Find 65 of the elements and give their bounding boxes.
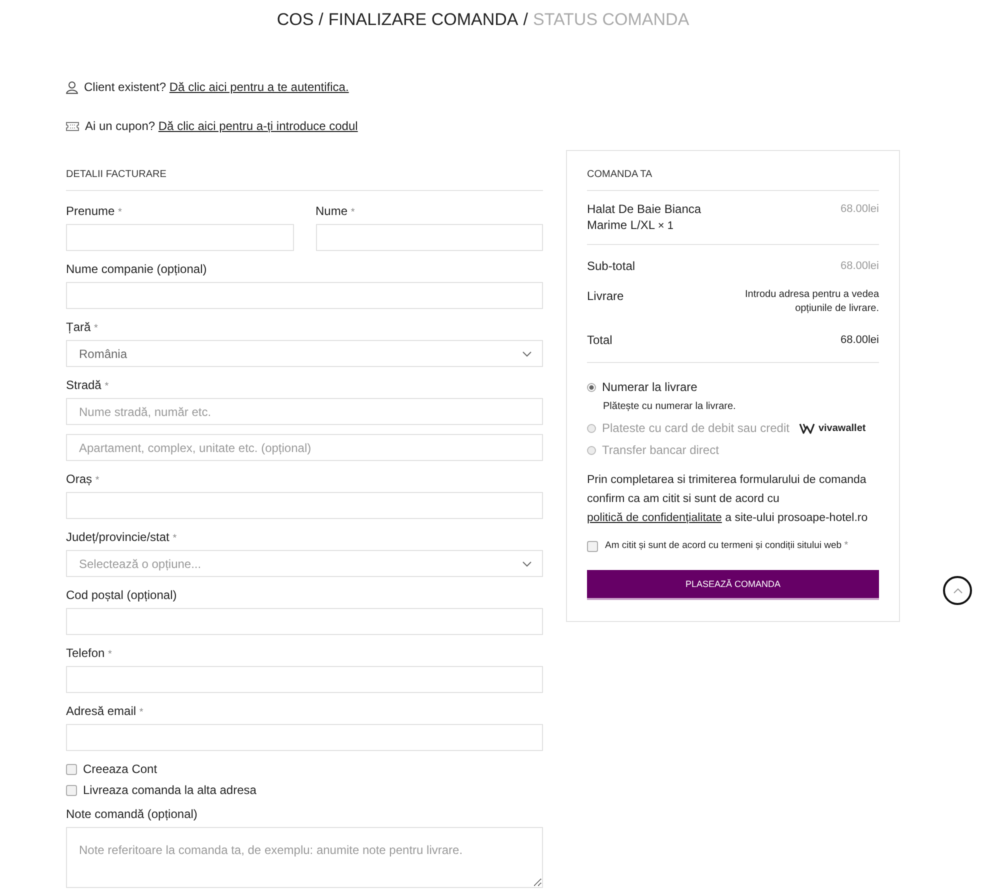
scroll-to-top-button[interactable]	[943, 576, 972, 605]
field-label: Nume companie (opțional)	[66, 261, 207, 277]
caret-up-icon	[952, 588, 962, 594]
total-label: Total	[587, 332, 612, 348]
input-field[interactable]: Apartament, complex, unitate etc. (opțional)	[66, 434, 543, 461]
input-field[interactable]	[66, 282, 543, 309]
breadcrumb-step: STATUS COMANDA	[533, 10, 690, 29]
input-field[interactable]	[66, 666, 543, 693]
breadcrumb-separator: /	[318, 10, 324, 29]
field-label: Țară *	[66, 319, 98, 335]
payment-method-label[interactable]: Numerar la livrare	[602, 379, 698, 395]
total-value: Introdu adresa pentru a vedea opțiunile de livrare.	[744, 288, 879, 316]
notes-field[interactable]: Note referitoare la comanda ta, de exemplu: anumite note pentru livrare.	[66, 827, 543, 888]
checkbox[interactable]	[66, 784, 77, 796]
field-label: Nume *	[316, 203, 355, 219]
payment-brand-label: vivawallet	[818, 422, 866, 434]
privacy-policy-link[interactable]: politică de confidențialitate	[587, 512, 722, 524]
input-field[interactable]	[66, 224, 294, 251]
checkbox-label[interactable]: Creeaza Cont	[83, 760, 158, 778]
radio-button[interactable]	[587, 446, 596, 454]
input-field[interactable]	[66, 608, 543, 635]
place-order-button[interactable]: PLASEAZĂ COMANDA	[587, 570, 879, 600]
chevron-down-icon	[522, 560, 532, 566]
section-title: COMANDA TA	[587, 168, 652, 182]
checkbox[interactable]	[587, 540, 598, 552]
breadcrumb-step[interactable]: FINALIZARE COMANDA	[328, 10, 518, 29]
breadcrumb-step[interactable]: COS	[276, 10, 314, 29]
input-field[interactable]	[66, 492, 543, 519]
field-label: Stradă *	[66, 377, 109, 393]
product-price: 68.00lei	[840, 202, 879, 217]
radio-button[interactable]	[587, 424, 596, 432]
total-value: 68.00lei	[840, 259, 879, 274]
notice-link[interactable]: Dă clic aici pentru a-ți introduce codul	[158, 119, 358, 133]
breadcrumb-separator: /	[523, 10, 528, 29]
field-label: Oraș *	[66, 471, 100, 487]
input-field[interactable]	[316, 224, 543, 251]
checkbox-label[interactable]: Am citit și sunt de acord cu termeni și condiții sitului web *	[605, 539, 848, 553]
ticket-icon	[66, 122, 79, 130]
privacy-notice: Prin completarea si trimiterea formularului de comanda confirm ca am citit si sunt de acord cu politică de confidențialitate a site-ului prosoape-hotel.ro	[587, 473, 869, 526]
total-label: Livrare	[587, 288, 624, 304]
field-label: Cod poștal (opțional)	[66, 587, 177, 603]
notice-link[interactable]: Dă clic aici pentru a te autentifica.	[169, 80, 349, 94]
product-quantity: × 1	[658, 220, 674, 232]
section-title: DETALII FACTURARE	[66, 168, 166, 182]
logo-icon	[799, 422, 816, 434]
checkbox-label[interactable]: Livreaza comanda la alta adresa	[83, 781, 256, 799]
product-name: Halat De Baie Bianca	[587, 202, 702, 216]
user-icon	[66, 80, 78, 94]
input-field[interactable]	[66, 724, 543, 751]
radio-button[interactable]	[587, 382, 596, 392]
input-field[interactable]: Nume stradă, număr etc.	[66, 398, 543, 425]
payment-method-description: Plătește cu numerar la livrare.	[603, 400, 736, 414]
chevron-down-icon	[522, 350, 532, 356]
select-field[interactable]: România	[66, 340, 543, 367]
field-label: Județ/provincie/stat *	[66, 529, 177, 545]
field-label: Note comandă (opțional)	[66, 806, 198, 822]
checkbox[interactable]	[66, 764, 77, 774]
notice-text: Client existent? Dă clic aici pentru a te autentifica.	[84, 79, 349, 96]
field-label: Adresă email *	[66, 703, 144, 719]
total-value: 68.00lei	[840, 333, 879, 348]
total-label: Sub-total	[587, 258, 636, 274]
field-label: Telefon *	[66, 645, 112, 661]
product-variant: Marime L/XL	[587, 218, 655, 232]
field-label: Prenume *	[66, 203, 122, 219]
notice-text: Ai un cupon? Dă clic aici pentru a-ți introduce codul	[85, 118, 358, 135]
